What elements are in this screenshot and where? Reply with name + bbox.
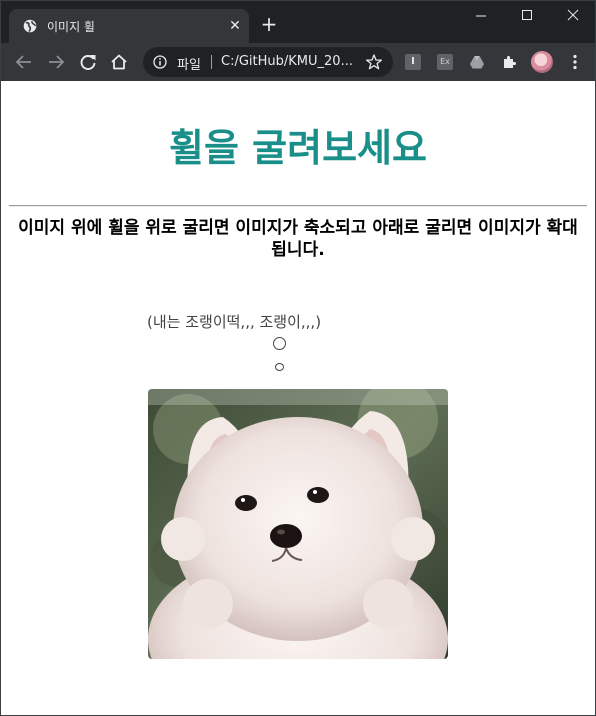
extensions-puzzle-icon[interactable] <box>501 54 517 70</box>
url-text[interactable]: C:/GitHub/KMU_20... <box>221 54 353 69</box>
new-tab-button[interactable]: + <box>259 14 279 34</box>
page-title: 휠을 굴려보세요 <box>169 126 427 170</box>
back-icon[interactable] <box>13 51 35 73</box>
browser-toolbar: 파일 C:/GitHub/KMU_20... I Ex <box>1 43 595 81</box>
extension-ex-icon[interactable]: Ex <box>437 54 453 70</box>
maximize-button[interactable] <box>504 1 550 31</box>
info-icon[interactable] <box>153 55 167 69</box>
thought-text: (내는 조랭이떡,,, 조랭이,,,) <box>147 313 322 331</box>
forward-icon[interactable] <box>45 51 67 73</box>
drive-icon[interactable] <box>469 54 485 70</box>
zoomable-dog-image[interactable] <box>148 389 448 659</box>
close-window-button[interactable] <box>550 1 595 31</box>
instruction-text: 이미지 위에 휠을 위로 굴리면 이미지가 축소되고 아래로 굴리면 이미지가 … <box>18 218 578 260</box>
horizontal-rule <box>9 205 587 207</box>
omnibox-divider <box>211 55 212 69</box>
reload-icon[interactable] <box>77 51 99 73</box>
globe-icon <box>23 19 37 33</box>
tab-close-icon[interactable]: ✕ <box>227 18 243 34</box>
tab-active[interactable]: 이미지 휠 ✕ <box>9 9 249 43</box>
page-content: 휠을 굴려보세요 이미지 위에 휠을 위로 굴리면 이미지가 축소되고 아래로 … <box>1 81 595 715</box>
scheme-label: 파일 <box>177 58 201 73</box>
bookmark-star-icon[interactable] <box>365 53 383 71</box>
minimize-button[interactable] <box>458 1 504 31</box>
tab-title: 이미지 휠 <box>47 20 95 34</box>
extension-i-icon[interactable]: I <box>405 54 421 70</box>
more-menu-icon[interactable] <box>565 52 585 72</box>
browser-window: 이미지 휠 ✕ + 파일 C:/GitHub/KMU_20... I Ex 휠을… <box>0 0 596 716</box>
address-bar[interactable]: 파일 C:/GitHub/KMU_20... <box>143 47 393 77</box>
dog-illustration <box>148 389 448 659</box>
close-icon <box>567 9 579 21</box>
thought-bubble-large <box>273 337 286 350</box>
thought-bubble-small <box>275 363 284 371</box>
home-icon[interactable] <box>108 51 130 73</box>
maximize-icon <box>522 10 532 20</box>
minimize-icon <box>476 15 486 17</box>
tab-strip: 이미지 휠 ✕ + <box>1 1 595 43</box>
profile-avatar[interactable] <box>531 51 553 73</box>
